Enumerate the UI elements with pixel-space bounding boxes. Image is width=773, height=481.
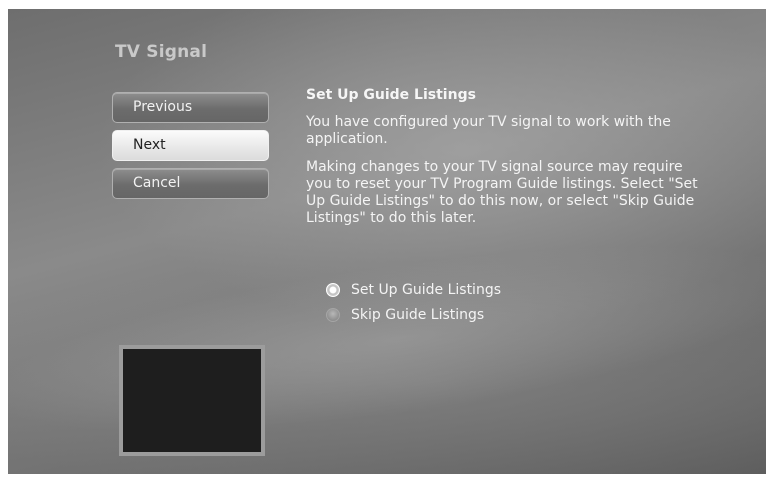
intro-text: You have configured your TV signal to wo… (306, 114, 671, 147)
option-set-up-guide-listings[interactable]: Set Up Guide Listings (326, 277, 501, 302)
content-panel: Set Up Guide Listings You have configure… (306, 87, 726, 238)
media-center-screen: TV Signal Previous Next Cancel Set Up Gu… (8, 9, 766, 474)
instructions-text: Making changes to your TV signal source … (306, 159, 698, 226)
option-label: Skip Guide Listings (351, 306, 485, 323)
radio-selected-icon[interactable] (326, 282, 340, 297)
page-title: TV Signal (115, 42, 208, 62)
tv-preview-window (119, 345, 265, 456)
option-label: Set Up Guide Listings (351, 281, 502, 298)
option-skip-guide-listings[interactable]: Skip Guide Listings (326, 302, 501, 327)
radio-unselected-icon[interactable] (326, 307, 340, 322)
cancel-button[interactable]: Cancel (112, 168, 269, 199)
content-heading: Set Up Guide Listings (306, 87, 476, 103)
guide-options: Set Up Guide Listings Skip Guide Listing… (326, 277, 501, 327)
next-button[interactable]: Next (112, 130, 269, 161)
previous-button[interactable]: Previous (112, 92, 269, 123)
